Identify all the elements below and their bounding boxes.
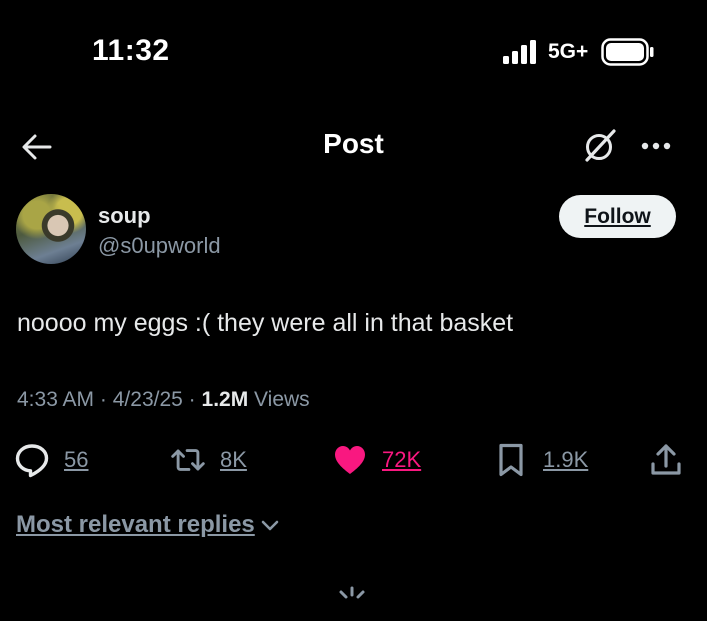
more-options-icon[interactable] xyxy=(636,126,676,166)
repost-count: 8K xyxy=(220,447,247,472)
author-name[interactable]: soup xyxy=(98,203,151,229)
grok-icon[interactable] xyxy=(580,126,620,166)
status-time: 11:32 xyxy=(92,34,170,67)
network-type: 5G+ xyxy=(548,40,589,63)
share-button[interactable] xyxy=(648,440,684,480)
reply-button[interactable]: 56 xyxy=(14,440,88,480)
separator-dot: · xyxy=(188,388,196,411)
bookmark-count: 1.9K xyxy=(543,447,589,472)
reply-count: 56 xyxy=(64,447,89,472)
repost-icon xyxy=(171,449,205,471)
bookmark-icon xyxy=(499,443,523,477)
avatar[interactable] xyxy=(16,194,86,264)
replies-sort-dropdown[interactable]: Most relevant replies xyxy=(16,511,281,539)
like-count: 72K xyxy=(382,447,422,472)
heart-icon xyxy=(335,446,365,474)
follow-button[interactable]: Follow xyxy=(559,195,676,238)
chevron-down-icon xyxy=(261,520,279,531)
reply-icon xyxy=(15,444,49,478)
views-label: Views xyxy=(254,388,310,411)
post-meta: 4:33 AM · 4/23/25 · 1.2M Views xyxy=(17,388,310,412)
battery-icon xyxy=(601,38,654,66)
repost-button[interactable]: 8K xyxy=(170,440,247,480)
author-handle[interactable]: @s0upworld xyxy=(98,233,221,259)
post-time: 4:33 AM xyxy=(17,388,95,411)
like-button[interactable]: 72K xyxy=(332,440,421,480)
bookmark-button[interactable]: 1.9K xyxy=(493,440,588,480)
separator-dot: · xyxy=(99,388,107,411)
signal-strength-icon xyxy=(503,40,536,64)
replies-sort-label: Most relevant replies xyxy=(16,511,255,538)
post-text: noooo my eggs :( they were all in that b… xyxy=(17,309,514,337)
views-count[interactable]: 1.2M xyxy=(202,388,249,411)
post-date: 4/23/25 xyxy=(112,388,183,411)
loading-spinner-icon xyxy=(339,586,365,599)
share-icon xyxy=(651,444,681,475)
